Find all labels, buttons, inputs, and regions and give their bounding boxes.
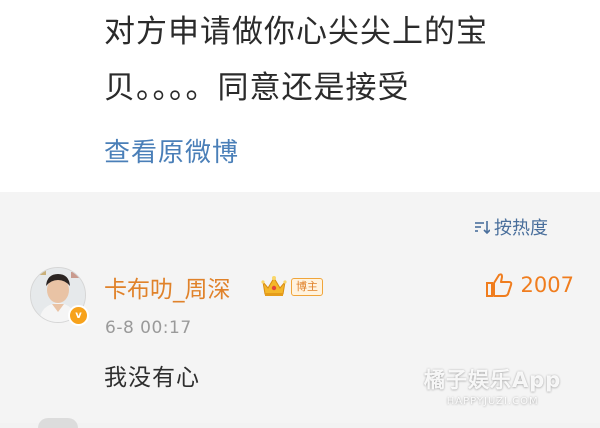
post-text-line: 对方申请做你心尖尖上的宝 [104,14,488,50]
commenter-avatar[interactable]: v [30,267,89,326]
crown-icon [261,276,287,296]
like-count: 2007 [520,273,574,297]
comments-section: 按热度 v 卡布叻_周深 博主 2007 6-8 00:17 我没有心 橘子娱乐… [0,192,600,428]
sort-icon [475,221,490,234]
sort-by-hotness-button[interactable]: 按热度 [474,214,548,240]
post-text: 对方申请做你心尖尖上的宝 贝。。。。同意还是接受 [104,4,574,116]
like-button[interactable]: 2007 [485,272,574,298]
watermark-domain: HAPPYJUZI.COM [446,396,539,407]
post-text-line: 贝。。。。同意还是接受 [104,70,410,106]
watermark-brand: 橘子娱乐App [424,368,562,392]
blogger-badge: 博主 [291,278,323,296]
watermark: 橘子娱乐App HAPPYJUZI.COM [424,364,561,407]
comment-text: 我没有心 [104,365,200,391]
commenter-username[interactable]: 卡布叻_周深 [104,270,231,304]
next-comment-avatar [38,418,78,428]
verified-v-icon: v [68,305,89,326]
view-original-link[interactable]: 查看原微博 [104,132,239,169]
sort-label: 按热度 [494,218,548,239]
thumbs-up-icon [485,273,512,297]
comment-timestamp: 6-8 00:17 [105,318,192,338]
post-card: 对方申请做你心尖尖上的宝 贝。。。。同意还是接受 查看原微博 [0,0,600,192]
